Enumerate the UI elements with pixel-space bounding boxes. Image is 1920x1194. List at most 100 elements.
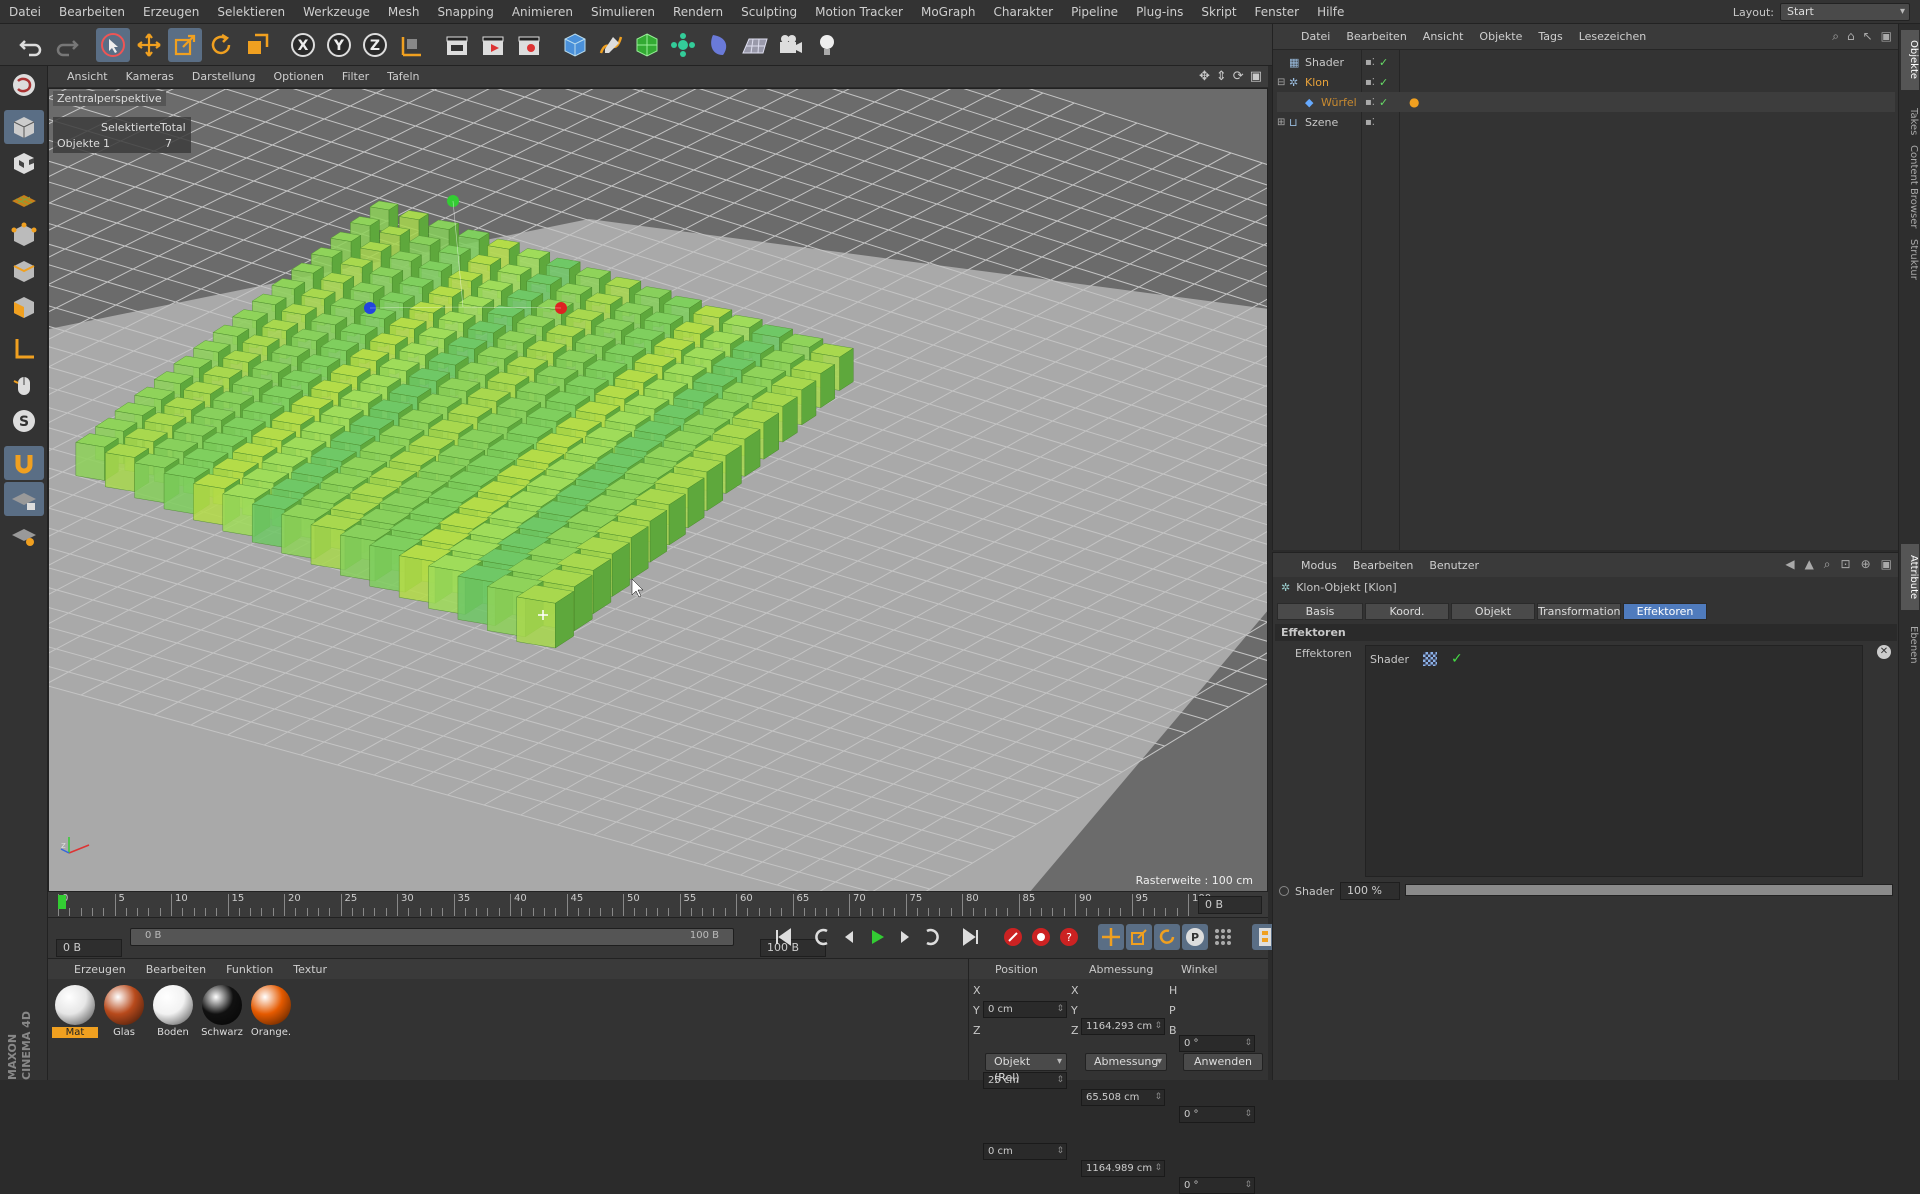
auto-key-button[interactable] bbox=[1028, 924, 1054, 950]
record-button[interactable] bbox=[1000, 924, 1026, 950]
prev-frame-button[interactable] bbox=[836, 924, 862, 950]
key-scale-button[interactable] bbox=[1126, 924, 1152, 950]
effector-row[interactable]: Shader ✓ bbox=[1370, 651, 1463, 667]
object-menu-datei[interactable]: Datei bbox=[1293, 30, 1338, 43]
tab-effektoren[interactable]: Effektoren bbox=[1623, 603, 1707, 620]
menu-selektieren[interactable]: Selektieren bbox=[208, 5, 294, 19]
menu-snapping[interactable]: Snapping bbox=[428, 5, 502, 19]
viewport-menu-kameras[interactable]: Kameras bbox=[117, 70, 183, 83]
size-field[interactable]: 1164.989 cm bbox=[1081, 1160, 1165, 1177]
orbit-icon[interactable]: ⟳ bbox=[1233, 69, 1244, 84]
visibility-icon[interactable]: ▪⁚ bbox=[1365, 77, 1375, 88]
rotate-tool-button[interactable] bbox=[204, 28, 238, 62]
side-tab-objekte[interactable]: Objekte bbox=[1901, 30, 1919, 90]
new-view-icon[interactable]: ⊕ bbox=[1861, 557, 1871, 572]
enabled-check-icon[interactable]: ✓ bbox=[1379, 56, 1388, 69]
side-tab-attribute[interactable]: Attribute bbox=[1901, 544, 1919, 610]
spline-pen-button[interactable] bbox=[594, 28, 628, 62]
material-menu-erzeugen[interactable]: Erzeugen bbox=[64, 963, 136, 976]
animate-radio-icon[interactable] bbox=[1279, 886, 1289, 896]
object-menu-ansicht[interactable]: Ansicht bbox=[1415, 30, 1472, 43]
key-parameter-button[interactable]: P bbox=[1182, 924, 1208, 950]
attribute-menu-modus[interactable]: Modus bbox=[1293, 559, 1345, 572]
floor-button[interactable] bbox=[738, 28, 772, 62]
points-mode-button[interactable] bbox=[4, 218, 44, 252]
enabled-check-icon[interactable]: ✓ bbox=[1379, 96, 1388, 109]
viewport-menu-tafeln[interactable]: Tafeln bbox=[378, 70, 428, 83]
enabled-check-icon[interactable]: ✓ bbox=[1379, 76, 1388, 89]
material-menu-bearbeiten[interactable]: Bearbeiten bbox=[136, 963, 216, 976]
menu-werkzeuge[interactable]: Werkzeuge bbox=[294, 5, 379, 19]
rotation-field[interactable]: 0 ° bbox=[1179, 1177, 1255, 1194]
y-axis-button[interactable]: Y bbox=[322, 28, 356, 62]
menu-skript[interactable]: Skript bbox=[1192, 5, 1245, 19]
locked-workplane-button[interactable] bbox=[4, 482, 44, 516]
side-tab-content-browser[interactable]: Content Browser bbox=[1901, 144, 1919, 230]
size-field[interactable]: 65.508 cm bbox=[1081, 1089, 1165, 1106]
render-view-button[interactable] bbox=[440, 28, 474, 62]
tab-koord[interactable]: Koord. bbox=[1365, 603, 1449, 620]
menu-simulieren[interactable]: Simulieren bbox=[582, 5, 664, 19]
keyframe-selection-button[interactable]: ? bbox=[1056, 924, 1082, 950]
lock-icon[interactable]: ⊡ bbox=[1841, 557, 1851, 572]
viewport-menu-filter[interactable]: Filter bbox=[333, 70, 378, 83]
menu-datei[interactable]: Datei bbox=[0, 5, 50, 19]
menu-mograph[interactable]: MoGraph bbox=[912, 5, 985, 19]
menu-fenster[interactable]: Fenster bbox=[1246, 5, 1309, 19]
object-menu-tags[interactable]: Tags bbox=[1530, 30, 1570, 43]
position-field[interactable]: 0 cm bbox=[983, 1001, 1067, 1018]
side-tab-struktur[interactable]: Struktur bbox=[1901, 234, 1919, 284]
size-field[interactable]: 1164.293 cm bbox=[1081, 1018, 1165, 1035]
menu-animieren[interactable]: Animieren bbox=[503, 5, 582, 19]
deformer-button[interactable] bbox=[702, 28, 736, 62]
object-row[interactable]: ▦ Shader ▪⁚ ✓ bbox=[1277, 52, 1895, 72]
object-menu-bearbeiten[interactable]: Bearbeiten bbox=[1338, 30, 1414, 43]
position-field[interactable]: 0 cm bbox=[983, 1143, 1067, 1160]
visibility-icon[interactable]: ▪⁚ bbox=[1365, 97, 1375, 108]
maximize-icon[interactable]: ▣ bbox=[1250, 69, 1262, 84]
maximize-icon[interactable]: ▣ bbox=[1881, 557, 1892, 572]
menu-bearbeiten[interactable]: Bearbeiten bbox=[50, 5, 134, 19]
tweak-mode-button[interactable] bbox=[4, 368, 44, 402]
coordinate-system-button[interactable] bbox=[394, 28, 428, 62]
menu-charakter[interactable]: Charakter bbox=[984, 5, 1062, 19]
edges-mode-button[interactable] bbox=[4, 254, 44, 288]
redo-button[interactable] bbox=[50, 28, 84, 62]
polygons-mode-button[interactable] bbox=[4, 290, 44, 324]
material-menu-funktion[interactable]: Funktion bbox=[216, 963, 283, 976]
object-name[interactable]: Shader bbox=[1305, 56, 1365, 69]
rotation-field[interactable]: 0 ° bbox=[1179, 1035, 1255, 1052]
planar-workplane-button[interactable] bbox=[4, 518, 44, 552]
strength-field[interactable]: 100 % bbox=[1339, 882, 1400, 900]
z-axis-button[interactable]: Z bbox=[358, 28, 392, 62]
expand-toggle-icon[interactable]: ⊞ bbox=[1277, 117, 1289, 128]
move-tool-button[interactable] bbox=[132, 28, 166, 62]
render-picture-viewer-button[interactable] bbox=[476, 28, 510, 62]
tab-basis[interactable]: Basis bbox=[1277, 603, 1363, 620]
subdivision-button[interactable] bbox=[630, 28, 664, 62]
object-name[interactable]: Szene bbox=[1305, 116, 1365, 129]
side-tab-takes[interactable]: Takes bbox=[1901, 104, 1919, 140]
goto-start-button[interactable] bbox=[770, 924, 796, 950]
cloner-button[interactable] bbox=[666, 28, 700, 62]
menu-hilfe[interactable]: Hilfe bbox=[1308, 5, 1353, 19]
search-icon[interactable]: ⌕ bbox=[1824, 557, 1831, 572]
next-key-button[interactable] bbox=[920, 924, 946, 950]
current-frame-field[interactable]: 0 B bbox=[1198, 896, 1262, 914]
next-frame-button[interactable] bbox=[892, 924, 918, 950]
soft-selection-button[interactable] bbox=[4, 446, 44, 480]
workplane-button[interactable] bbox=[4, 182, 44, 216]
key-position-button[interactable] bbox=[1098, 924, 1124, 950]
cube-button[interactable] bbox=[558, 28, 592, 62]
undo-button[interactable] bbox=[14, 28, 48, 62]
axis-mode-button[interactable] bbox=[4, 332, 44, 366]
zoom-icon[interactable]: ⇕ bbox=[1216, 69, 1227, 84]
attribute-menu-benutzer[interactable]: Benutzer bbox=[1421, 559, 1487, 572]
viewport-menu-ansicht[interactable]: Ansicht bbox=[58, 70, 117, 83]
menu-rendern[interactable]: Rendern bbox=[664, 5, 732, 19]
strength-slider[interactable] bbox=[1405, 884, 1893, 896]
play-button[interactable] bbox=[864, 924, 890, 950]
back-arrow-icon[interactable]: ◀ bbox=[1785, 557, 1794, 572]
arrow-icon[interactable]: ↖ bbox=[1863, 29, 1873, 44]
menu-motion-tracker[interactable]: Motion Tracker bbox=[806, 5, 912, 19]
